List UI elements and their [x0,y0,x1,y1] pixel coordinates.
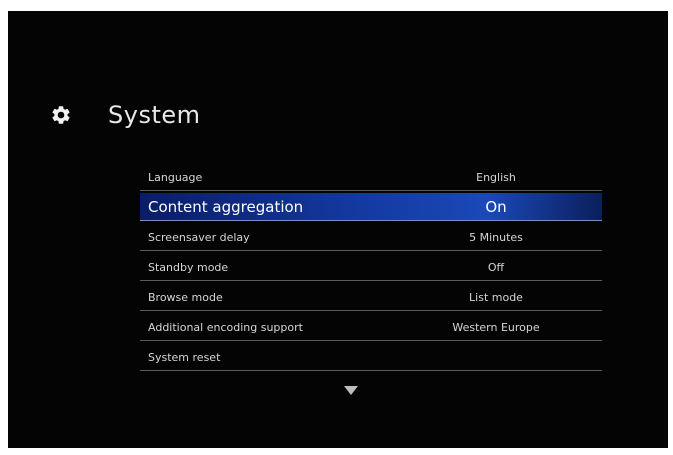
menu-item-system-reset[interactable]: System reset [140,343,602,371]
menu-item-label: Standby mode [148,261,229,274]
menu-item-label: Language [148,171,203,184]
menu-item-label: Browse mode [148,291,223,304]
tv-screen: System Language English Content aggregat… [8,11,668,448]
menu-item-value: 5 Minutes [469,231,523,244]
menu-item-label: Additional encoding support [148,321,303,334]
settings-menu: Language English Content aggregation On … [140,163,602,373]
menu-item-value: Western Europe [452,321,540,334]
menu-item-content-aggregation[interactable]: Content aggregation On [140,193,602,221]
menu-item-label: System reset [148,351,221,364]
menu-item-standby-mode[interactable]: Standby mode Off [140,253,602,281]
menu-item-additional-encoding-support[interactable]: Additional encoding support Western Euro… [140,313,602,341]
menu-item-value: On [485,198,507,216]
gear-icon [52,106,70,124]
menu-item-value: English [476,171,516,184]
menu-item-value: Off [487,261,505,274]
menu-item-value: List mode [469,291,523,304]
menu-item-label: Content aggregation [148,198,304,216]
page-title: System [108,101,201,129]
scroll-down-arrow-icon[interactable] [344,386,358,395]
menu-item-language[interactable]: Language English [140,163,602,191]
menu-item-browse-mode[interactable]: Browse mode List mode [140,283,602,311]
menu-item-label: Screensaver delay [148,231,250,244]
page-header: System [50,95,201,135]
menu-item-screensaver-delay[interactable]: Screensaver delay 5 Minutes [140,223,602,251]
